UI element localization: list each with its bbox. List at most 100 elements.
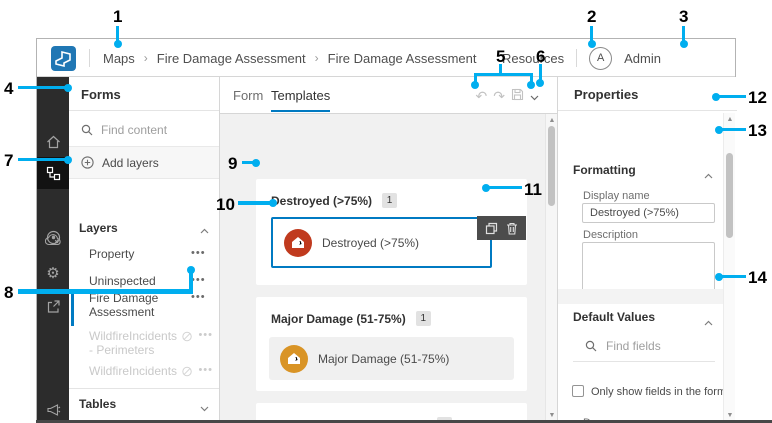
share-icon[interactable] (37, 291, 69, 321)
callout-1: 1 (113, 8, 122, 25)
feedback-megaphone-icon[interactable] (37, 394, 69, 423)
tab-form[interactable]: Form (233, 77, 263, 114)
home-icon[interactable] (37, 127, 69, 157)
callout-5-bracket (474, 73, 533, 76)
count-badge: 1 (416, 311, 431, 326)
callout-10: 10 (216, 196, 235, 213)
delete-trash-icon[interactable] (506, 222, 518, 235)
duplicate-icon[interactable] (485, 222, 498, 235)
logo-glyph (54, 49, 73, 68)
add-layers-button[interactable]: Add layers (69, 147, 219, 179)
chevron-up-icon[interactable] (704, 166, 713, 184)
chevron-up-icon[interactable] (704, 313, 713, 331)
properties-title: Properties (574, 87, 638, 102)
group-title-row: Major Damage (51-75%) 1 (271, 311, 431, 326)
find-fields-search[interactable]: Find fields (585, 339, 661, 353)
callout-14: 14 (748, 269, 767, 286)
callout-8-riser (189, 273, 193, 294)
callout-9-dot (252, 159, 260, 167)
resources-link[interactable]: Resources (502, 51, 564, 66)
layer-name: WildfireIncidents - Perimeters (89, 329, 182, 357)
callout-6: 6 (536, 48, 545, 65)
breadcrumb-separator: › (144, 51, 148, 65)
callout-12-dot (712, 93, 720, 101)
app-header: Maps › Fire Damage Assessment › Fire Dam… (37, 39, 735, 77)
only-show-fields-checkbox[interactable] (572, 385, 584, 397)
forms-panel: Forms Find content Add layers Layers Pro… (69, 77, 220, 423)
offline-cloud-icon[interactable] (37, 224, 69, 254)
tab-templates[interactable]: Templates (271, 77, 330, 114)
callout-9: 9 (228, 155, 237, 172)
layer-row-wildfire-incidents[interactable]: WildfireIncidents ••• (89, 364, 213, 378)
layer-menu-icon[interactable]: ••• (191, 274, 206, 288)
template-label: Destroyed (>75%) (322, 236, 419, 250)
editor-scrollbar[interactable]: ▲ ▼ (545, 114, 557, 423)
admin-menu[interactable]: Admin (624, 51, 661, 66)
forms-panel-title: Forms (81, 87, 121, 102)
breadcrumb-map-name[interactable]: Fire Damage Assessment (157, 51, 306, 66)
section-gap (558, 289, 725, 304)
search-placeholder: Find fields (606, 339, 661, 353)
template-group-destroyed: Destroyed (>75%) 1 Destroyed (>75%) (256, 179, 527, 285)
callout-2-dot (588, 40, 596, 48)
description-textarea[interactable] (582, 242, 715, 296)
layer-name: Property (89, 247, 191, 261)
app-window: Maps › Fire Damage Assessment › Fire Dam… (36, 38, 736, 423)
tables-section-header[interactable]: Tables (79, 397, 116, 411)
callout-1-dot (114, 40, 122, 48)
callout-13-line (722, 128, 746, 131)
callout-4-dot (64, 84, 72, 92)
layer-menu-icon[interactable]: ••• (198, 329, 213, 357)
layer-menu-icon[interactable]: ••• (191, 247, 206, 261)
layer-row-wildfire-perimeters[interactable]: WildfireIncidents - Perimeters ••• (89, 329, 213, 357)
description-label: Description (583, 229, 638, 241)
callout-12-line (719, 95, 746, 98)
callout-11-line (489, 186, 522, 189)
divider (558, 110, 737, 111)
editor-tabbar: Form Templates ↶ ↷ (220, 77, 557, 114)
scrollbar-thumb[interactable] (548, 126, 555, 206)
breadcrumb-separator: › (315, 51, 319, 65)
layer-row-property[interactable]: Property ••• (89, 247, 213, 261)
callout-14-line (722, 275, 746, 278)
undo-icon[interactable]: ↶ (476, 89, 488, 103)
template-item-destroyed[interactable]: Destroyed (>75%) (271, 217, 492, 268)
layer-menu-icon[interactable]: ••• (198, 364, 213, 378)
callout-8: 8 (4, 284, 13, 301)
layer-menu-icon[interactable]: ••• (191, 291, 206, 319)
settings-gear-icon[interactable]: ⚙ (37, 258, 69, 288)
scroll-down-arrow[interactable]: ▼ (724, 412, 736, 420)
avatar[interactable]: A (589, 47, 612, 70)
chevron-up-icon[interactable] (200, 221, 209, 239)
formatting-section-header[interactable]: Formatting (573, 163, 636, 177)
callout-7-line (18, 158, 66, 161)
layer-row-uninspected[interactable]: Uninspected ••• (89, 274, 213, 288)
display-name-input[interactable] (582, 203, 715, 223)
breadcrumb: Maps › Fire Damage Assessment › Fire Dam… (103, 39, 476, 77)
redo-icon[interactable]: ↷ (493, 89, 505, 103)
scroll-up-arrow[interactable]: ▲ (724, 116, 736, 124)
template-group-major-damage: Major Damage (51-75%) 1 Major Damage (51… (256, 297, 527, 391)
layer-name: Fire Damage Assessment (89, 291, 191, 319)
scrollbar-thumb[interactable] (726, 153, 733, 238)
breadcrumb-maps[interactable]: Maps (103, 51, 135, 66)
save-menu-chevron-icon[interactable] (530, 89, 539, 103)
properties-scrollbar[interactable]: ▲ ▼ (723, 113, 735, 423)
major-damage-symbol-icon (280, 345, 308, 373)
field-maps-logo[interactable] (51, 46, 76, 71)
find-content-search[interactable]: Find content (81, 117, 211, 143)
callout-7: 7 (4, 152, 13, 169)
template-item-major-damage[interactable]: Major Damage (51-75%) (269, 337, 514, 380)
layer-name: WildfireIncidents (89, 364, 182, 378)
callout-12: 12 (748, 89, 767, 106)
chevron-down-icon[interactable] (200, 399, 209, 417)
save-icon[interactable] (511, 88, 524, 103)
template-item-toolbar (477, 216, 526, 240)
default-values-section-header[interactable]: Default Values (573, 310, 655, 324)
add-layers-label: Add layers (102, 156, 159, 170)
callout-2: 2 (587, 8, 596, 25)
layer-row-fire-damage-assessment[interactable]: Fire Damage Assessment ••• (89, 291, 213, 319)
layers-section-header[interactable]: Layers (79, 221, 118, 235)
callout-11-dot (482, 184, 490, 192)
layer-name: Uninspected (89, 274, 191, 288)
